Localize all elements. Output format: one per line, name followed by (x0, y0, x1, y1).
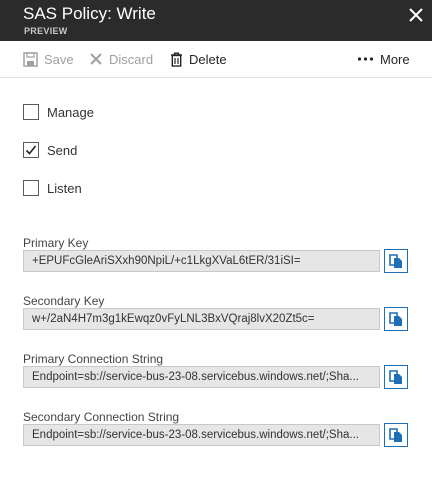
copy-icon (389, 254, 402, 268)
primary-key-label: Primary Key (23, 236, 89, 250)
listen-checkbox[interactable] (23, 180, 39, 196)
command-bar: Save Discard Delete More (0, 41, 432, 78)
close-x-icon (90, 53, 102, 65)
secondary-key-field[interactable]: w+/2aN4H7m3g1kEwqz0vFyLNL3BxVQraj8lvX20Z… (23, 308, 380, 330)
delete-button[interactable]: Delete (170, 41, 227, 77)
manage-checkbox[interactable] (23, 104, 39, 120)
more-label: More (380, 51, 410, 67)
close-icon[interactable] (404, 4, 428, 28)
copy-icon (389, 370, 402, 384)
ellipsis-icon (357, 57, 374, 61)
secondary-connection-string-label: Secondary Connection String (23, 410, 180, 424)
more-button[interactable]: More (357, 41, 410, 77)
copy-primary-connection-button[interactable] (384, 365, 408, 389)
primary-key-field[interactable]: +EPUFcGleAriSXxh90NpiL/+c1LkgXVaL6tER/31… (23, 250, 380, 272)
copy-primary-key-button[interactable] (384, 249, 408, 273)
save-button[interactable]: Save (23, 41, 74, 77)
send-checkbox[interactable] (23, 142, 39, 158)
manage-label: Manage (47, 104, 94, 120)
blade-header: SAS Policy: Write PREVIEW (0, 0, 432, 41)
primary-connection-string-label: Primary Connection String (23, 352, 164, 366)
preview-label: PREVIEW (24, 26, 68, 36)
discard-button[interactable]: Discard (89, 41, 153, 77)
save-label: Save (44, 51, 74, 67)
secondary-key-label: Secondary Key (23, 294, 105, 308)
listen-checkbox-row[interactable]: Listen (23, 179, 82, 197)
secondary-connection-string-field[interactable]: Endpoint=sb://service-bus-23-08.serviceb… (23, 424, 380, 446)
copy-secondary-key-button[interactable] (384, 307, 408, 331)
blade-title: SAS Policy: Write (23, 4, 156, 23)
save-icon (23, 51, 38, 67)
delete-label: Delete (189, 51, 227, 67)
trash-icon (171, 52, 182, 67)
send-label: Send (47, 142, 78, 158)
discard-label: Discard (109, 51, 154, 67)
copy-icon (389, 312, 402, 326)
manage-checkbox-row[interactable]: Manage (23, 103, 94, 121)
copy-icon (389, 428, 402, 442)
primary-connection-string-field[interactable]: Endpoint=sb://service-bus-23-08.serviceb… (23, 366, 380, 388)
listen-label: Listen (47, 180, 82, 196)
send-checkbox-row[interactable]: Send (23, 141, 77, 159)
copy-secondary-connection-button[interactable] (384, 423, 408, 447)
checkmark-icon (25, 145, 37, 155)
